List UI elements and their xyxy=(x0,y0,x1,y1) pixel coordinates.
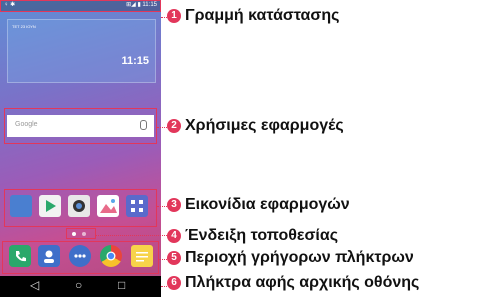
back-button[interactable]: ◁ xyxy=(30,278,39,292)
home-touch-buttons: ◁ ○ □ xyxy=(0,276,161,297)
connector-line xyxy=(161,286,167,287)
home-button[interactable]: ○ xyxy=(75,278,82,292)
callout-label: Περιοχή γρήγορων πλήκτρων xyxy=(185,249,414,266)
callout-number: 4 xyxy=(167,229,181,243)
connector-line xyxy=(159,259,167,260)
callout-label: Ένδειξη τοποθεσίας xyxy=(185,227,339,244)
callout-label: Χρήσιμες εφαρμογές xyxy=(185,117,344,134)
highlight-widgets xyxy=(4,108,157,144)
highlight-status-bar xyxy=(0,0,161,12)
callout-number: 6 xyxy=(167,276,181,290)
callout-label: Πλήκτρα αφής αρχικής οθόνης xyxy=(185,274,420,291)
callout-number: 5 xyxy=(167,251,181,265)
connector-line xyxy=(157,127,167,128)
highlight-location-indicator xyxy=(66,228,96,239)
callout-number: 2 xyxy=(167,119,181,133)
clock-widget[interactable]: ΤΕΤ 23 ΙΟΥΝ 11:15 xyxy=(7,19,156,83)
recent-apps-button[interactable]: □ xyxy=(118,278,125,292)
callout-number: 3 xyxy=(167,198,181,212)
connector-line xyxy=(96,235,167,236)
callout-label: Εικονίδια εφαρμογών xyxy=(185,196,350,213)
highlight-quick-keys xyxy=(2,241,159,274)
clock-date: ΤΕΤ 23 ΙΟΥΝ xyxy=(12,24,36,29)
connector-line xyxy=(157,206,167,207)
clock-time: 11:15 xyxy=(121,55,149,67)
callout-number: 1 xyxy=(167,9,181,23)
highlight-app-icons xyxy=(4,189,157,227)
callout-label: Γραμμή κατάστασης xyxy=(185,7,340,24)
